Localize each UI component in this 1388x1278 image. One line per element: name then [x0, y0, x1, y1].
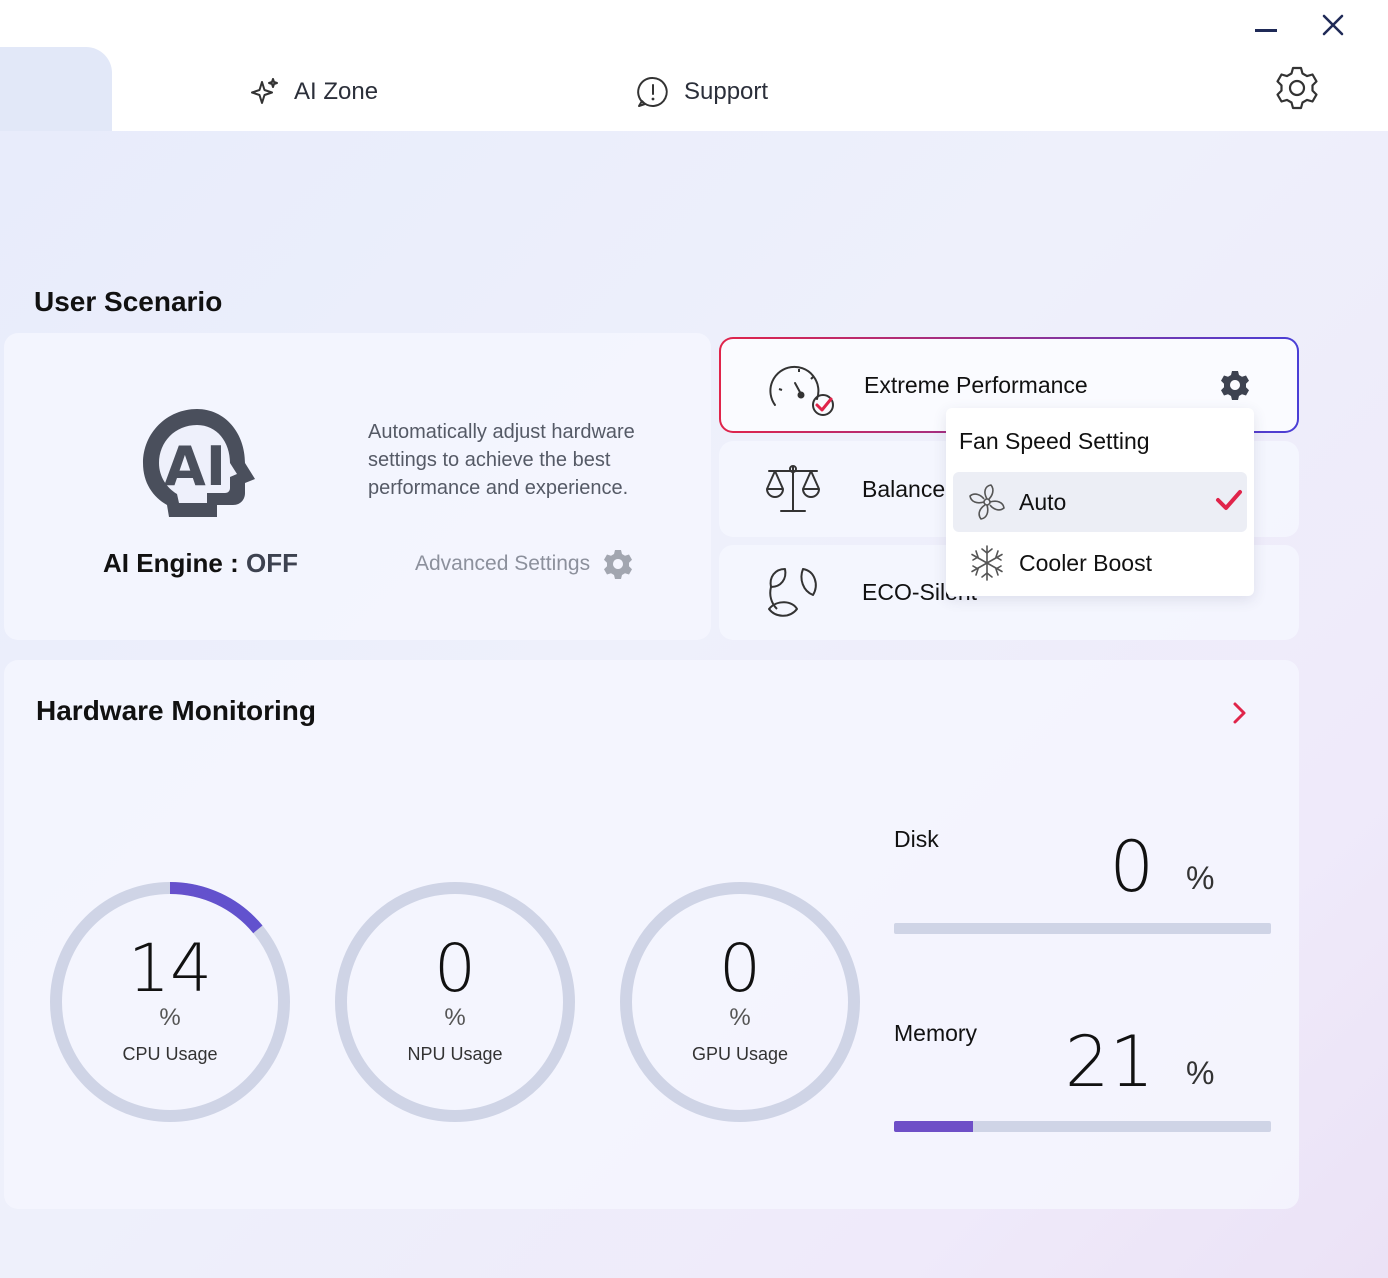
- hardware-monitoring-more-button[interactable]: [1224, 698, 1254, 728]
- svg-text:AI: AI: [164, 435, 226, 498]
- ai-head-logo-icon: AI: [137, 405, 259, 526]
- close-icon: [1322, 14, 1344, 36]
- advanced-settings-label: Advanced Settings: [415, 552, 591, 575]
- npu-usage-unit: %: [444, 1004, 466, 1031]
- hardware-monitoring-title: Hardware Monitoring: [36, 695, 317, 726]
- mode-balance-label: Balance: [862, 475, 946, 502]
- disk-value: 0: [1109, 826, 1154, 908]
- advanced-settings-button[interactable]: Advanced Settings: [415, 548, 634, 580]
- cpu-usage-gauge: 14 % CPU Usage: [48, 880, 292, 1124]
- minimize-button[interactable]: [1246, 10, 1286, 40]
- memory-usage-fill: [894, 1121, 974, 1132]
- leaf-icon: [763, 565, 823, 626]
- ai-engine-status: AI Engine : OFF: [103, 548, 298, 579]
- tab-ai-zone[interactable]: AI Zone: [248, 72, 378, 112]
- ai-engine-description: Automatically adjust hardware settings t…: [368, 421, 635, 499]
- disk-unit: %: [1186, 860, 1215, 896]
- settings-button[interactable]: [1272, 63, 1322, 113]
- tab-support[interactable]: Support: [636, 72, 768, 112]
- mode-settings-button[interactable]: [1219, 369, 1251, 406]
- user-scenario-title: User Scenario: [34, 286, 223, 317]
- gpu-usage-gauge: 0 % GPU Usage: [618, 880, 862, 1124]
- fan-option-auto-label: Auto: [1019, 488, 1067, 515]
- npu-usage-gauge: 0 % NPU Usage: [333, 880, 577, 1124]
- gpu-usage-unit: %: [729, 1004, 751, 1031]
- gpu-usage-value: 0: [719, 930, 761, 1007]
- disk-label: Disk: [894, 826, 939, 852]
- disk-usage-bar: [894, 923, 1271, 934]
- ai-engine-state: OFF: [246, 548, 299, 578]
- fan-option-cooler-boost[interactable]: Cooler Boost: [953, 533, 1247, 593]
- check-icon: [1215, 488, 1243, 517]
- fan-icon: [967, 482, 1007, 527]
- snowflake-icon: [967, 543, 1007, 588]
- fan-option-cooler-boost-label: Cooler Boost: [1019, 549, 1152, 576]
- speedometer-icon: [765, 361, 837, 422]
- tab-ai-zone-label: AI Zone: [294, 78, 379, 105]
- tab-support-label: Support: [684, 78, 769, 105]
- memory-label: Memory: [894, 1020, 978, 1046]
- gear-icon: [1276, 66, 1318, 110]
- cpu-usage-value: 14: [128, 930, 212, 1007]
- memory-unit: %: [1186, 1055, 1215, 1091]
- memory-usage-bar: [894, 1121, 1271, 1132]
- fan-speed-dropdown: Fan Speed Setting Auto Cooler Boost: [946, 408, 1254, 596]
- npu-usage-label: NPU Usage: [407, 1044, 503, 1064]
- mode-extreme-label: Extreme Performance: [864, 371, 1088, 398]
- ai-engine-label: AI Engine: [103, 548, 223, 578]
- memory-value: 21: [1064, 1021, 1154, 1103]
- scale-icon: [763, 461, 823, 522]
- cpu-usage-label: CPU Usage: [122, 1044, 218, 1064]
- chevron-right-icon: [1233, 702, 1246, 724]
- ai-engine-separator: :: [222, 548, 247, 578]
- fan-speed-title: Fan Speed Setting: [959, 428, 1150, 454]
- gpu-usage-label: GPU Usage: [691, 1044, 789, 1064]
- close-button[interactable]: [1313, 10, 1353, 40]
- chat-alert-icon: [637, 76, 668, 107]
- home-tab[interactable]: [0, 47, 112, 131]
- fan-option-auto[interactable]: Auto: [953, 472, 1247, 532]
- cpu-usage-unit: %: [159, 1004, 181, 1031]
- gear-icon: [604, 550, 633, 579]
- gear-icon: [1221, 371, 1249, 400]
- sparkle-icon: [251, 78, 278, 104]
- npu-usage-value: 0: [434, 930, 476, 1007]
